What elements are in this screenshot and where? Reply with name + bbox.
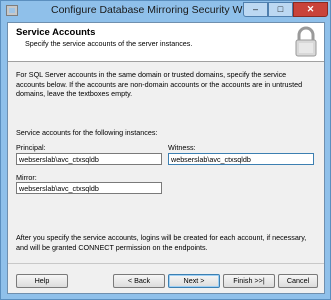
window-title: Configure Database Mirroring Security Wi… <box>51 4 266 16</box>
close-button[interactable]: ✕ <box>293 2 328 17</box>
wizard-page: Service Accounts Specify the service acc… <box>7 22 325 294</box>
padlock-icon <box>295 26 317 57</box>
footer-separator <box>8 263 324 264</box>
principal-label: Principal: <box>16 143 46 152</box>
principal-field[interactable] <box>16 153 162 165</box>
intro-text: For SQL Server accounts in the same doma… <box>16 70 303 98</box>
wizard-window: Configure Database Mirroring Security Wi… <box>0 0 331 300</box>
page-title: Service Accounts <box>16 27 96 38</box>
next-button[interactable]: Next > <box>168 274 220 288</box>
page-header: Service Accounts Specify the service acc… <box>8 23 324 62</box>
mirror-label: Mirror: <box>16 173 37 182</box>
service-accounts-heading: Service accounts for the following insta… <box>16 128 158 137</box>
minimize-button[interactable]: – <box>243 2 268 17</box>
help-button[interactable]: Help <box>16 274 68 288</box>
finish-button[interactable]: Finish >>| <box>223 274 275 288</box>
title-bar[interactable]: Configure Database Mirroring Security Wi… <box>1 1 330 21</box>
maximize-button[interactable]: □ <box>268 2 293 17</box>
app-icon <box>6 5 18 16</box>
cancel-button[interactable]: Cancel <box>278 274 318 288</box>
witness-label: Witness: <box>168 143 196 152</box>
page-subtitle: Specify the service accounts of the serv… <box>25 39 193 48</box>
back-button[interactable]: < Back <box>113 274 165 288</box>
after-text: After you specify the service accounts, … <box>16 233 307 252</box>
witness-field[interactable] <box>168 153 314 165</box>
mirror-field[interactable] <box>16 182 162 194</box>
